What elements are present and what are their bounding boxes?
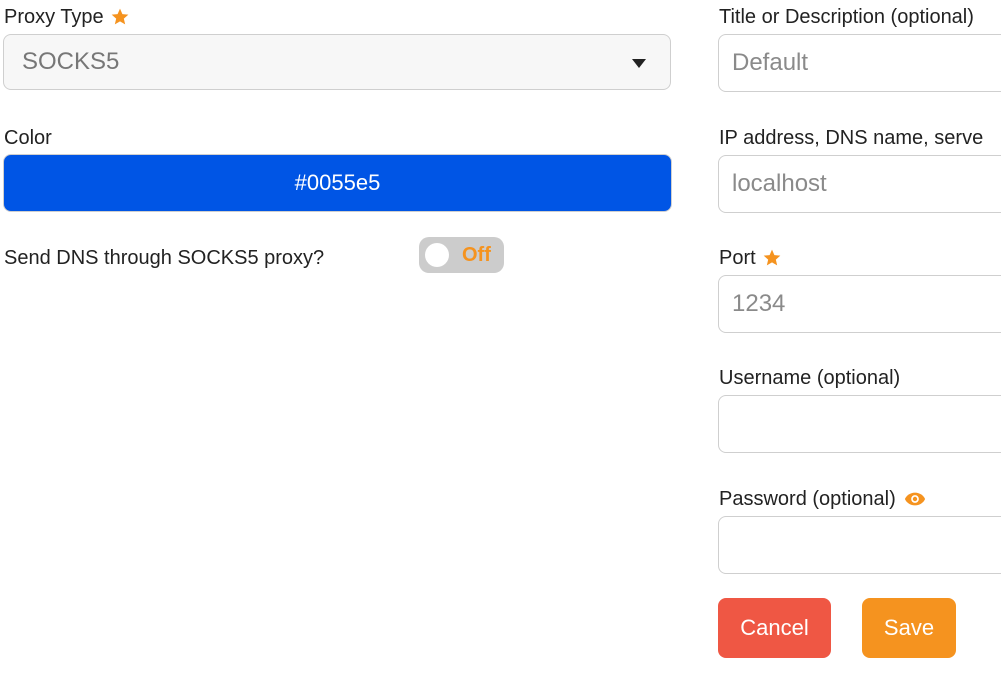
proxy-type-label-text: Proxy Type (4, 6, 104, 28)
show-password-eye-icon[interactable] (904, 491, 926, 507)
cancel-button[interactable]: Cancel (718, 598, 831, 658)
proxy-type-select[interactable]: SOCKS5 (3, 34, 671, 90)
password-input[interactable] (718, 516, 1001, 574)
required-star-icon (111, 8, 129, 25)
color-label: Color (4, 127, 52, 149)
color-picker-field[interactable]: #0055e5 (3, 154, 672, 212)
address-input[interactable]: localhost (718, 155, 1001, 213)
send-dns-toggle[interactable]: Off (419, 237, 504, 273)
toggle-state-text: Off (462, 244, 491, 266)
address-input-placeholder: localhost (732, 170, 827, 197)
title-label: Title or Description (optional) (719, 6, 974, 28)
password-label-text: Password (optional) (719, 488, 896, 510)
proxy-settings-form: Proxy Type SOCKS5 Color #0055e5 Send DNS… (0, 0, 1001, 682)
chevron-down-icon (632, 59, 646, 68)
proxy-type-label: Proxy Type (4, 5, 130, 29)
title-input-placeholder: Default (732, 49, 809, 76)
color-value-text: #0055e5 (294, 170, 381, 195)
required-star-icon (763, 249, 781, 266)
toggle-knob (425, 243, 449, 267)
username-input[interactable] (718, 395, 1001, 453)
port-label-text: Port (719, 247, 756, 269)
send-dns-label: Send DNS through SOCKS5 proxy? (4, 247, 325, 269)
password-label: Password (optional) (719, 487, 926, 511)
username-label: Username (optional) (719, 367, 901, 389)
proxy-type-selected-value: SOCKS5 (22, 48, 120, 75)
port-label: Port (719, 246, 782, 270)
title-input[interactable]: Default (718, 34, 1001, 92)
save-button[interactable]: Save (862, 598, 956, 658)
address-label: IP address, DNS name, serve (719, 127, 984, 149)
port-input-placeholder: 1234 (732, 290, 786, 317)
port-input[interactable]: 1234 (718, 275, 1001, 333)
